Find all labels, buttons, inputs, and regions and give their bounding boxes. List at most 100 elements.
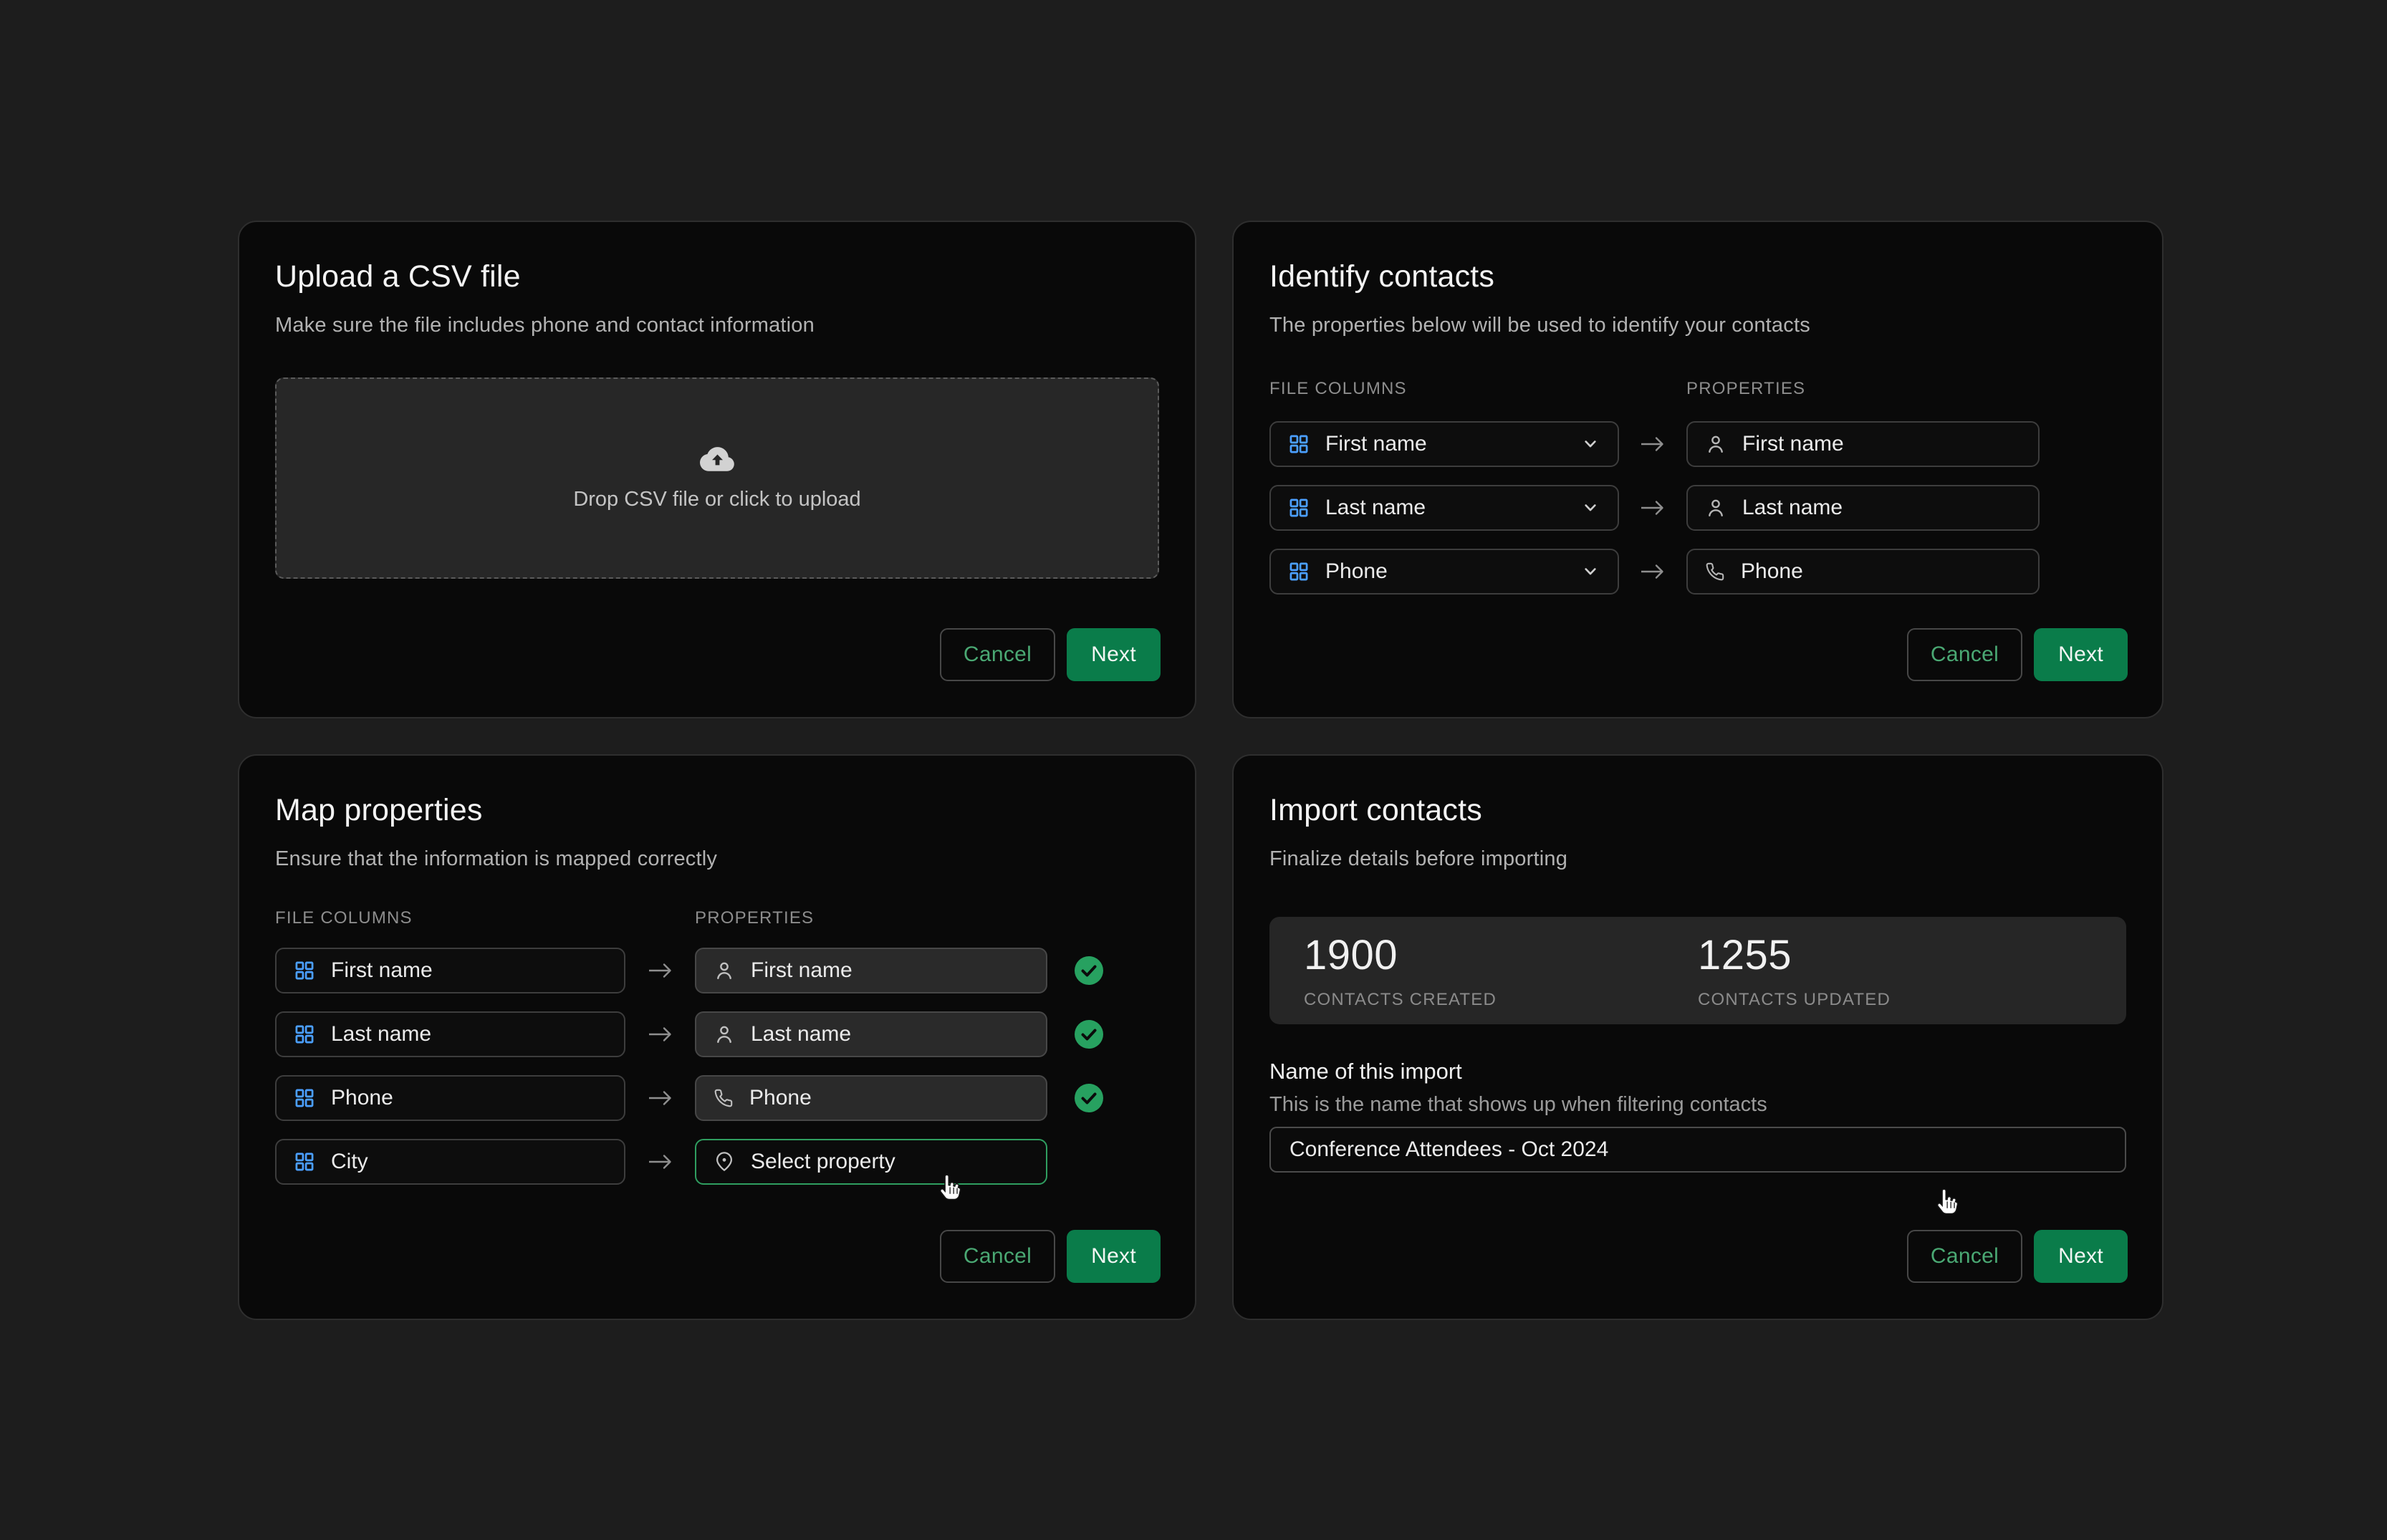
mapping-row: First name First name — [275, 948, 1159, 993]
table-columns-icon — [1288, 497, 1310, 519]
file-column-value: First name — [1325, 432, 1427, 456]
mapping-row: Phone Phone — [1269, 549, 2126, 595]
csv-dropzone[interactable]: Drop CSV file or click to upload — [275, 377, 1159, 579]
property-value: Last name — [751, 1022, 851, 1046]
mapping-row: Last name Last name — [1269, 485, 2126, 531]
next-button[interactable]: Next — [2034, 628, 2128, 681]
table-columns-icon — [294, 1087, 315, 1109]
import-name-help: This is the name that shows up when filt… — [1269, 1093, 2126, 1117]
file-column-dropdown[interactable]: First name — [1269, 421, 1619, 467]
arrow-right-icon — [1619, 562, 1686, 581]
check-circle-icon — [1074, 1019, 1104, 1049]
file-column-value: City — [331, 1150, 368, 1174]
stat-contacts-updated: 1255 CONTACTS UPDATED — [1698, 931, 2092, 1010]
map-properties-panel: Map properties Ensure that the informati… — [238, 754, 1196, 1320]
property-value: First name — [1742, 432, 1844, 456]
arrow-right-icon — [1619, 435, 1686, 453]
file-column-value: Phone — [331, 1086, 393, 1110]
person-icon — [714, 960, 735, 981]
arrow-right-icon — [625, 961, 695, 980]
person-icon — [714, 1024, 735, 1045]
page-title: Map properties — [275, 793, 1159, 828]
property-select[interactable]: Phone — [695, 1075, 1047, 1121]
property-field[interactable]: Last name — [1686, 485, 2040, 531]
table-columns-icon — [294, 960, 315, 981]
chevron-down-icon — [1580, 498, 1600, 518]
import-contacts-panel: Import contacts Finalize details before … — [1232, 754, 2163, 1320]
page-subtitle: The properties below will be used to ide… — [1269, 314, 2126, 337]
file-column-field: Last name — [275, 1011, 625, 1057]
chevron-down-icon — [1580, 434, 1600, 454]
hand-cursor — [1931, 1186, 1964, 1219]
import-name-input[interactable] — [1269, 1127, 2126, 1173]
next-button[interactable]: Next — [1067, 1230, 1161, 1283]
file-column-value: Last name — [331, 1022, 431, 1046]
property-select[interactable]: Last name — [695, 1011, 1047, 1057]
properties-header: PROPERTIES — [1686, 379, 1805, 399]
person-icon — [1705, 433, 1726, 455]
mapping-row: Phone Phone — [275, 1075, 1159, 1121]
file-column-field: Phone — [275, 1075, 625, 1121]
import-summary-card: 1900 CONTACTS CREATED 1255 CONTACTS UPDA… — [1269, 917, 2126, 1024]
cancel-button[interactable]: Cancel — [940, 628, 1055, 681]
file-column-field: City — [275, 1139, 625, 1185]
stat-contacts-created: 1900 CONTACTS CREATED — [1304, 931, 1698, 1010]
property-value: Last name — [1742, 496, 1843, 520]
chevron-down-icon — [1580, 562, 1600, 582]
arrow-right-icon — [1619, 499, 1686, 517]
import-wizard-screens: Upload a CSV file Make sure the file inc… — [0, 0, 2387, 1540]
stat-value: 1255 — [1698, 931, 2092, 979]
identify-contacts-panel: Identify contacts The properties below w… — [1232, 221, 2163, 718]
cancel-button[interactable]: Cancel — [1907, 628, 2022, 681]
next-button[interactable]: Next — [2034, 1230, 2128, 1283]
page-subtitle: Make sure the file includes phone and co… — [275, 314, 1159, 337]
arrow-right-icon — [625, 1025, 695, 1044]
property-field[interactable]: Phone — [1686, 549, 2040, 595]
check-circle-icon — [1074, 956, 1104, 986]
cloud-upload-icon — [698, 445, 736, 473]
property-value: Phone — [749, 1086, 812, 1110]
page-title: Import contacts — [1269, 793, 2126, 828]
table-columns-icon — [1288, 561, 1310, 582]
file-column-value: First name — [331, 958, 433, 983]
phone-icon — [714, 1088, 734, 1108]
property-select-empty[interactable]: Select property — [695, 1139, 1047, 1185]
file-columns-header: FILE COLUMNS — [275, 908, 695, 928]
check-circle-icon — [1074, 1083, 1104, 1113]
table-columns-icon — [294, 1024, 315, 1045]
location-pin-icon — [714, 1151, 735, 1173]
property-value: Select property — [751, 1150, 895, 1174]
table-columns-icon — [294, 1151, 315, 1173]
page-subtitle: Ensure that the information is mapped co… — [275, 847, 1159, 871]
file-column-dropdown[interactable]: Last name — [1269, 485, 1619, 531]
mapping-row: First name First name — [1269, 421, 2126, 467]
file-column-field: First name — [275, 948, 625, 993]
mapping-row: City Select property — [275, 1139, 1159, 1185]
upload-csv-panel: Upload a CSV file Make sure the file inc… — [238, 221, 1196, 718]
table-columns-icon — [1288, 433, 1310, 455]
mapping-row: Last name Last name — [275, 1011, 1159, 1057]
phone-icon — [1705, 562, 1725, 582]
stat-label: CONTACTS CREATED — [1304, 990, 1698, 1010]
page-title: Identify contacts — [1269, 259, 2126, 294]
cancel-button[interactable]: Cancel — [1907, 1230, 2022, 1283]
page-subtitle: Finalize details before importing — [1269, 847, 2126, 871]
arrow-right-icon — [625, 1089, 695, 1107]
stat-label: CONTACTS UPDATED — [1698, 990, 2092, 1010]
properties-header: PROPERTIES — [695, 908, 814, 928]
file-column-value: Phone — [1325, 559, 1388, 584]
import-name-label: Name of this import — [1269, 1059, 2126, 1084]
stat-value: 1900 — [1304, 931, 1698, 979]
arrow-right-icon — [625, 1152, 695, 1171]
cancel-button[interactable]: Cancel — [940, 1230, 1055, 1283]
file-column-dropdown[interactable]: Phone — [1269, 549, 1619, 595]
file-column-value: Last name — [1325, 496, 1426, 520]
dropzone-label: Drop CSV file or click to upload — [573, 488, 860, 511]
person-icon — [1705, 497, 1726, 519]
property-field[interactable]: First name — [1686, 421, 2040, 467]
next-button[interactable]: Next — [1067, 628, 1161, 681]
property-select[interactable]: First name — [695, 948, 1047, 993]
file-columns-header: FILE COLUMNS — [1269, 379, 1686, 399]
property-value: Phone — [1741, 559, 1803, 584]
hand-cursor — [934, 1172, 967, 1205]
